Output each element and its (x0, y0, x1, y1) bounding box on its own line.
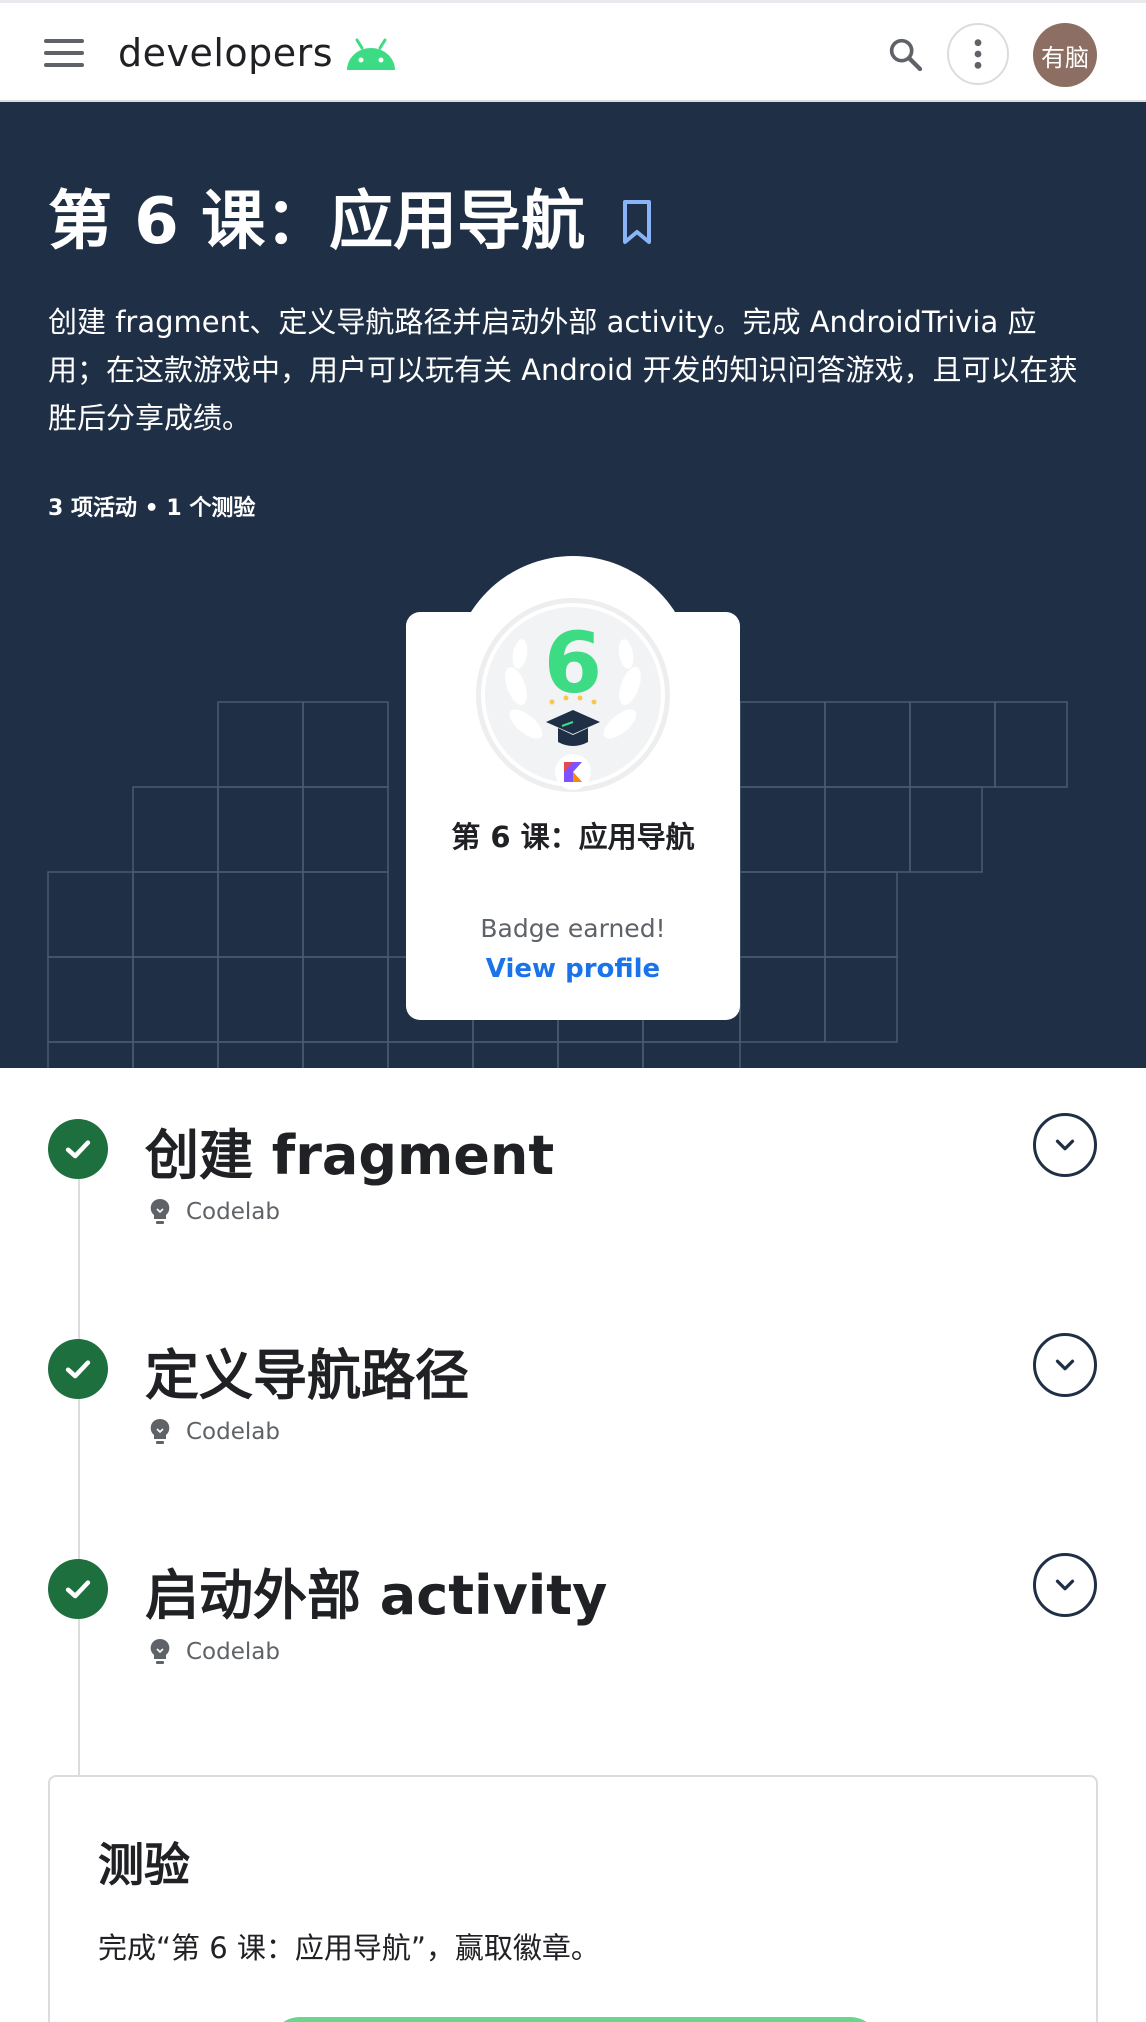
badge-number: 6 (544, 614, 602, 712)
activity-item[interactable]: 创建 fragment Codelab (0, 1113, 1146, 1269)
expand-button[interactable] (1033, 1333, 1097, 1397)
activity-title[interactable]: 启动外部 activity (145, 1551, 607, 1630)
quiz-description: 完成“第 6 课：应用导航”，赢取徽章。 (98, 1931, 600, 1965)
quiz-card: 测验 完成“第 6 课：应用导航”，赢取徽章。 (48, 1775, 1098, 2022)
activity-type-label: Codelab (186, 1419, 280, 1445)
more-options-button[interactable] (947, 23, 1009, 85)
lesson-hero: 第 6 课：应用导航 创建 fragment、定义导航路径并启动外部 activ… (0, 102, 1146, 1068)
activity-type-label: Codelab (186, 1199, 280, 1225)
menu-icon[interactable] (44, 39, 84, 69)
badge-title: 第 6 课：应用导航 (451, 820, 695, 854)
lesson-badge-icon: 6 (476, 598, 670, 792)
check-complete-icon (48, 1559, 108, 1619)
developers-logo[interactable]: developers (118, 25, 399, 81)
expand-button[interactable] (1033, 1113, 1097, 1177)
activity-type: Codelab (148, 1197, 280, 1227)
codelab-bulb-icon (150, 1638, 170, 1664)
avatar[interactable]: 有脑 (1033, 23, 1097, 87)
chevron-down-icon (1055, 1359, 1075, 1371)
page-title: 第 6 课：应用导航 (48, 185, 586, 259)
activity-item[interactable]: 定义导航路径 Codelab (0, 1333, 1146, 1489)
codelab-bulb-icon (150, 1418, 170, 1444)
start-quiz-button[interactable] (270, 2017, 880, 2022)
search-icon (889, 38, 923, 72)
activity-type: Codelab (148, 1637, 280, 1667)
top-app-bar: developers 有脑 (0, 0, 1146, 102)
more-vert-icon (974, 39, 982, 69)
logo-text: developers (118, 31, 334, 75)
quiz-title: 测验 (98, 1838, 190, 1892)
chevron-down-icon (1055, 1139, 1075, 1151)
lesson-meta: 3 项活动 • 1 个测验 (48, 496, 256, 521)
chevron-down-icon (1055, 1579, 1075, 1591)
check-complete-icon (48, 1119, 108, 1179)
lesson-description: 创建 fragment、定义导航路径并启动外部 activity。完成 Andr… (48, 305, 1078, 435)
activity-type-label: Codelab (186, 1639, 280, 1665)
check-complete-icon (48, 1339, 108, 1399)
activity-item[interactable]: 启动外部 activity Codelab (0, 1553, 1146, 1709)
activity-title[interactable]: 定义导航路径 (145, 1331, 469, 1410)
bookmark-icon[interactable] (615, 196, 659, 248)
search-button[interactable] (874, 23, 936, 85)
badge-status: Badge earned! (480, 914, 666, 943)
expand-button[interactable] (1033, 1553, 1097, 1617)
activity-title[interactable]: 创建 fragment (145, 1111, 554, 1190)
codelab-bulb-icon (150, 1198, 170, 1224)
view-profile-link[interactable]: View profile (406, 954, 740, 984)
activity-type: Codelab (148, 1417, 280, 1447)
android-logo-icon (347, 38, 396, 70)
